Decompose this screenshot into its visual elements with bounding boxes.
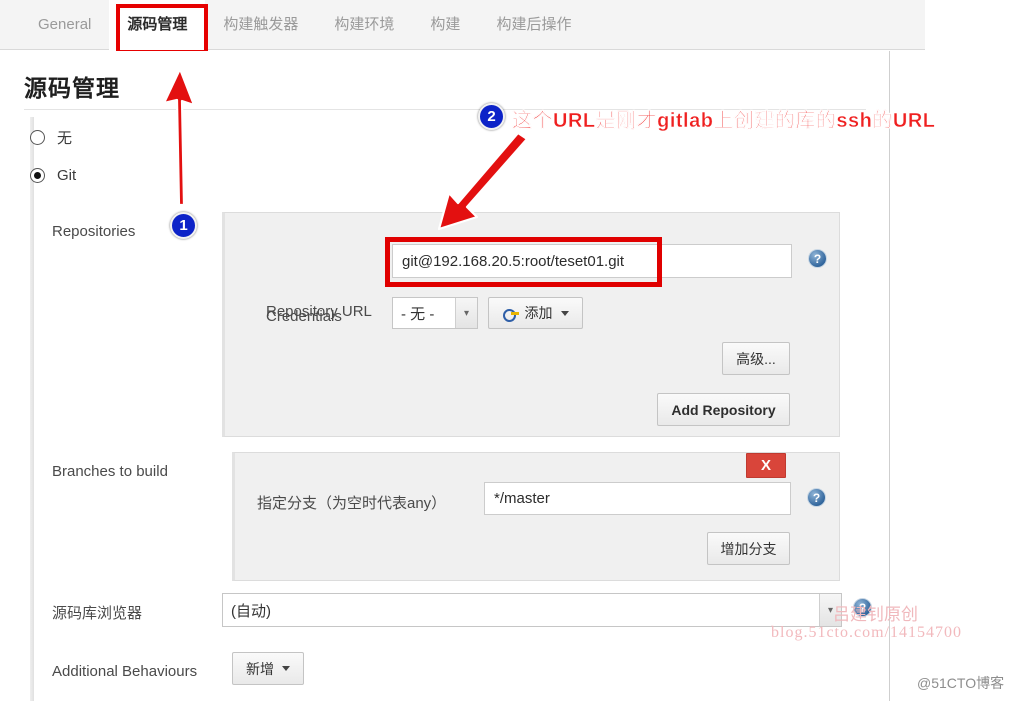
credentials-label: Credentials [266,308,342,325]
branches-to-build-label: Branches to build [52,463,168,480]
branch-specifier-input[interactable]: */master [484,482,791,515]
tab-build-environment[interactable]: 构建环境 [316,0,412,50]
repo-browser-chevron-down-icon: ▾ [819,594,841,626]
add-repository-label: Add Repository [671,401,776,418]
tab-build-triggers[interactable]: 构建触发器 [205,0,316,50]
tab-general-label: General [38,16,92,33]
radio-git-dot [30,168,45,183]
radio-none-dot [30,130,45,145]
tab-scm-label: 源码管理 [127,16,188,33]
tab-general[interactable]: General [20,0,109,50]
additional-behaviours-label: Additional Behaviours [52,663,198,680]
tab-build-environment-label: 构建环境 [334,16,395,33]
credentials-add-button[interactable]: 添加 [488,297,583,329]
branch-specifier-label: 指定分支（为空时代表any） [257,495,447,512]
repository-url-help-icon[interactable]: ? [808,249,827,268]
additional-behaviours-add-button[interactable]: 新增 [232,652,304,685]
credentials-select[interactable]: - 无 - ▾ [392,297,478,329]
add-repository-button[interactable]: Add Repository [657,393,790,426]
add-branch-label: 增加分支 [720,540,777,557]
add-branch-button[interactable]: 增加分支 [707,532,790,565]
credentials-select-value: - 无 - [401,305,435,323]
additional-behaviours-add-label: 新增 [246,660,274,677]
screenshot-root: General 源码管理 构建触发器 构建环境 构建 构建后操作 源码管理 无 … [0,0,1025,701]
scm-page: 源码管理 无 Git Repositories Repository URL g… [0,51,890,701]
additional-behaviours-caret-icon [282,666,290,671]
caret-down-icon [560,310,569,316]
tab-post-build-label: 构建后操作 [496,16,572,33]
repo-browser-label: 源码库浏览器 [52,605,143,622]
tab-post-build[interactable]: 构建后操作 [478,0,589,50]
page-title: 源码管理 [24,75,120,101]
tabbar-right-filler [925,0,1025,50]
chevron-down-icon: ▾ [455,298,477,328]
repository-url-input[interactable]: git@192.168.20.5:root/teset01.git [392,244,792,278]
scm-radio-none[interactable]: 无 [30,127,72,148]
delete-branch-button[interactable]: X [746,453,786,478]
repo-browser-help-icon[interactable]: ? [853,598,872,617]
advanced-button[interactable]: 高级... [722,342,790,375]
key-icon [502,308,519,322]
repositories-label: Repositories [52,223,136,240]
tab-list: General 源码管理 构建触发器 构建环境 构建 构建后操作 [20,0,589,50]
watermark-corner: @51CTO博客 [917,675,1005,691]
tab-build[interactable]: 构建 [412,0,478,50]
tab-build-label: 构建 [430,16,461,33]
title-divider [24,109,866,110]
scm-radio-git-label: Git [57,167,77,184]
repo-browser-value: (自动) [231,602,271,620]
branch-specifier-help-icon[interactable]: ? [807,488,826,507]
tab-scm[interactable]: 源码管理 [109,0,206,50]
left-rail [30,117,34,701]
scm-radio-none-label: 无 [57,130,73,147]
repo-browser-select[interactable]: (自动) ▾ [222,593,842,627]
credentials-add-label: 添加 [524,305,553,321]
scm-radio-git[interactable]: Git [30,167,76,184]
advanced-button-label: 高级... [736,350,776,367]
config-tabbar: General 源码管理 构建触发器 构建环境 构建 构建后操作 [0,0,925,50]
tab-build-triggers-label: 构建触发器 [223,16,299,33]
